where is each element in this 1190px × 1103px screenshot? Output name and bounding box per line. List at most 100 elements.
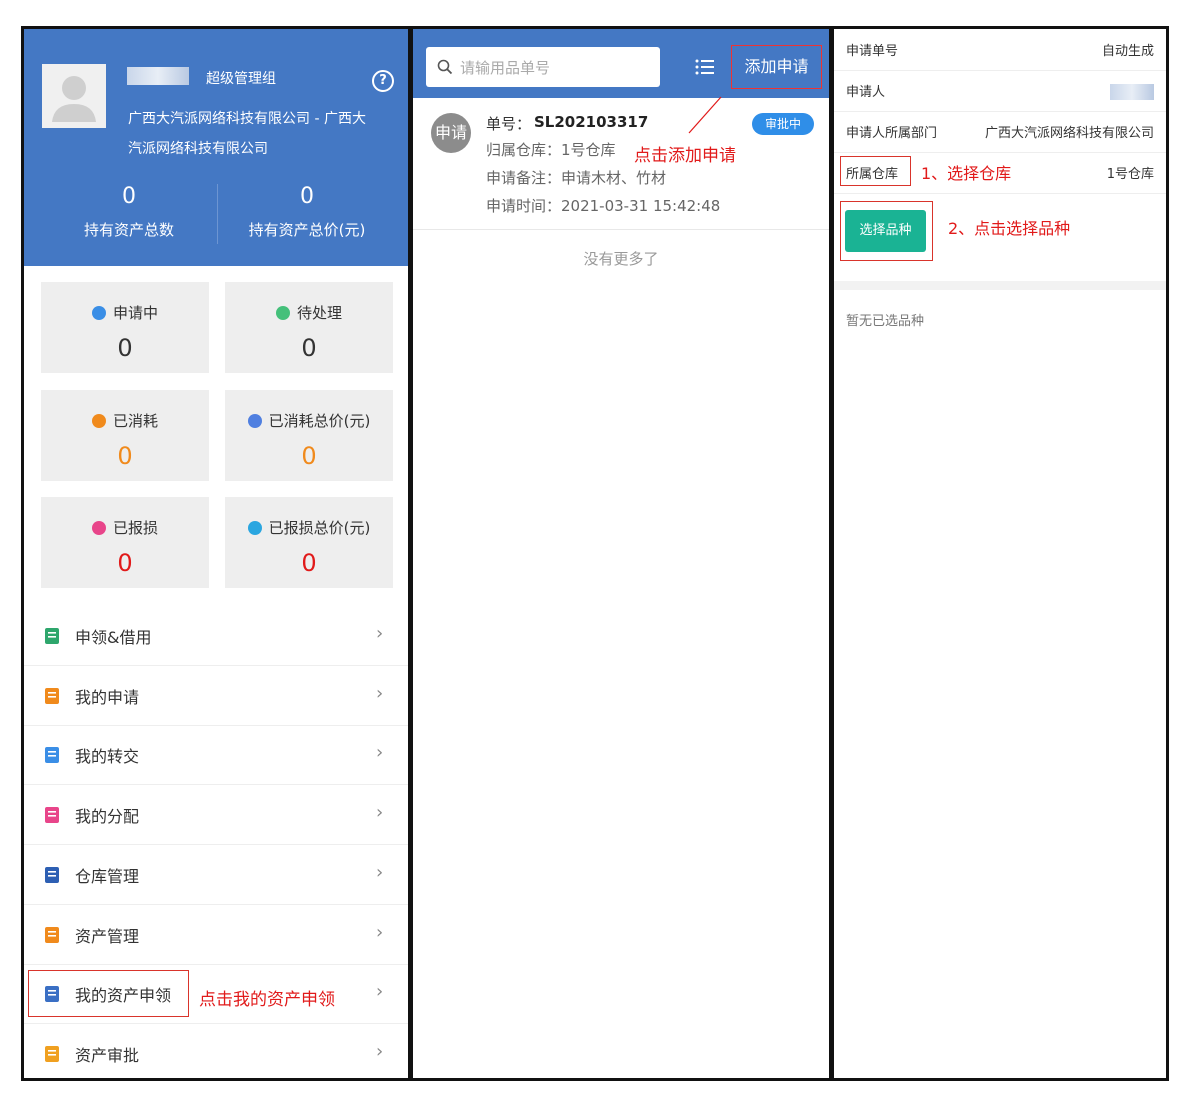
status-card-label: 已报损 [41,517,209,538]
select-variety-button[interactable]: 选择品种 [845,210,926,252]
new-application-form-panel: 申请单号 自动生成 申请人 申请人所属部门 广西大汽派网络科技有限公司 所属仓库… [831,26,1169,1081]
item-remark: 申请备注：申请木材、竹材 [486,169,667,187]
status-card[interactable]: 已消耗总价(元) 0 [225,390,393,481]
form-value-department: 广西大汽派网络科技有限公司 [984,126,1154,141]
application-list-panel: 请输用品单号 添加申请 申请 单号： SL202103317 审批中 归属仓库：… [410,26,832,1081]
form-label-department: 申请人所属部门 [846,126,938,141]
status-card-value: 0 [117,442,133,470]
people-flow-icon [42,626,62,646]
applicant-blurred [1110,84,1154,100]
list-header: 请输用品单号 添加申请 [413,29,829,98]
user-transfer-icon [42,745,62,765]
form-label-applicant: 申请人 [846,85,886,100]
section-divider [834,281,1166,290]
menu-item[interactable]: 仓库管理 › [24,845,408,905]
status-card-label: 已报损总价(元) [225,517,393,538]
menu-item[interactable]: 我的申请 › [24,666,408,726]
menu-item-label: 我的申请 [75,687,140,707]
company-line1: 广西大汽派网络科技有限公司 - 广西大 [128,111,366,127]
form-row-number: 申请单号 自动生成 [834,29,1166,71]
avatar[interactable] [42,64,106,128]
status-card-label-text: 已消耗总价(元) [268,412,371,430]
menu-item-label: 我的转交 [75,747,140,767]
status-card[interactable]: 已消耗 0 [41,390,209,481]
search-circle-icon [91,414,106,428]
coins-icon [247,521,262,535]
user-group: 超级管理组 [206,71,276,87]
annotation-arrow-line [688,96,722,134]
menu-item[interactable]: 申领&借用 › [24,606,408,666]
form-value-warehouse[interactable]: 1号仓库 [1107,163,1154,182]
divider [413,229,829,230]
asset-count-label: 持有资产总数 [83,221,174,239]
menu-item[interactable]: 我的分配 › [24,785,408,846]
status-card-label-text: 已消耗 [112,412,158,430]
add-application-button[interactable]: 添加申请 [731,45,822,89]
status-card-value: 0 [301,442,317,470]
menu-item-label: 申领&借用 [75,628,152,647]
chevron-right-icon: › [376,682,384,704]
chevron-right-icon: › [376,802,384,824]
empty-selection-text: 暂无已选品种 [846,314,925,329]
form-label-number: 申请单号 [846,44,899,59]
help-icon[interactable]: ? [372,70,394,92]
annotation-add-application: 点击添加申请 [634,146,736,166]
asset-value-label: 持有资产总价(元) [248,221,366,239]
user-clock-icon [275,306,290,320]
annotation-my-asset-claim: 点击我的资产申领 [199,990,335,1010]
item-time: 申请时间：2021-03-31 15:42:48 [486,197,721,215]
status-card-value: 0 [117,549,133,577]
status-card-label-text: 已报损 [112,519,158,537]
menu-item-label: 资产管理 [75,926,140,946]
status-card-value: 0 [301,549,317,577]
item-number-label: 单号： [486,115,532,133]
document-icon [42,686,62,706]
annotation-select-variety: 2、点击选择品种 [948,219,1071,238]
status-card-label-text: 已报损总价(元) [268,519,371,537]
home-panel: 超级管理组 ? 广西大汽派网络科技有限公司 - 广西大 汽派网络科技有限公司 0… [21,26,411,1081]
form-row-applicant: 申请人 [834,70,1166,112]
chevron-right-icon: › [376,623,384,644]
asset-value-value: 0 [300,184,314,209]
annotation-select-warehouse: 1、选择仓库 [921,164,1012,183]
status-card-label: 已消耗总价(元) [225,410,393,431]
search-input[interactable]: 请输用品单号 [426,47,660,87]
menu-item-label: 仓库管理 [75,866,140,886]
chevron-right-icon: › [376,1040,384,1062]
status-card-label-text: 待处理 [296,304,342,322]
item-warehouse: 归属仓库：1号仓库 [486,141,616,159]
form-value-number: 自动生成 [1101,44,1154,59]
username-blurred [127,67,189,85]
status-card[interactable]: 待处理 0 [225,282,393,373]
item-avatar: 申请 [431,113,471,153]
status-card-label: 待处理 [225,302,393,323]
menu-item-label: 我的分配 [75,807,140,827]
keyboard-icon [91,306,106,320]
list-icon[interactable] [695,57,715,77]
money-bag-icon [247,414,262,428]
asset-count-value: 0 [122,184,136,209]
chevron-right-icon: › [376,861,384,883]
menu-item[interactable]: 资产审批 › [24,1024,408,1078]
search-icon [437,59,453,75]
highlight-box-warehouse [840,156,911,186]
menu-item[interactable]: 资产管理 › [24,905,408,965]
profile-header: 超级管理组 ? 广西大汽派网络科技有限公司 - 广西大 汽派网络科技有限公司 0… [24,29,408,266]
status-card[interactable]: 已报损总价(元) 0 [225,497,393,588]
search-placeholder: 请输用品单号 [460,59,551,77]
status-card-label: 申请中 [41,302,209,323]
avatar-placeholder-icon [42,64,106,128]
wheelbarrow-icon [42,925,62,945]
item-number: SL202103317 [534,113,649,131]
chevron-right-icon: › [376,921,384,943]
form-row-department: 申请人所属部门 广西大汽派网络科技有限公司 [834,111,1166,153]
company-line2: 汽派网络科技有限公司 [128,141,268,157]
status-card[interactable]: 已报损 0 [41,497,209,588]
status-card-value: 0 [117,334,133,362]
status-card[interactable]: 申请中 0 [41,282,209,373]
org-chart-icon [42,805,62,825]
menu-item[interactable]: 我的转交 › [24,725,408,786]
broken-icon [91,521,106,535]
approval-doc-icon [42,1044,62,1064]
status-card-label-text: 申请中 [112,304,158,322]
